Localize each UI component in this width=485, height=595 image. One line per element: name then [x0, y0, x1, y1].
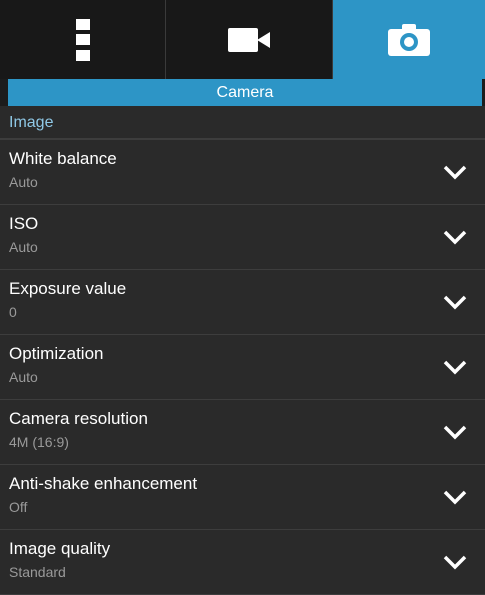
camera-icon — [388, 23, 430, 56]
chevron-down-icon[interactable] — [442, 488, 468, 506]
setting-image-quality[interactable]: Image quality Standard — [0, 530, 485, 595]
chevron-down-icon[interactable] — [442, 293, 468, 311]
group-header: Image — [0, 106, 485, 140]
setting-title: ISO — [9, 214, 39, 233]
setting-title: Exposure value — [9, 279, 127, 298]
setting-camera-resolution[interactable]: Camera resolution 4M (16:9) — [0, 400, 485, 465]
chevron-down-icon[interactable] — [442, 228, 468, 246]
mode-tab-bar — [0, 0, 485, 79]
tab-more-settings[interactable] — [0, 0, 166, 79]
setting-iso[interactable]: ISO Auto — [0, 205, 485, 270]
section-title: Camera — [8, 79, 482, 106]
chevron-down-icon[interactable] — [442, 358, 468, 376]
setting-title: Anti-shake enhancement — [9, 474, 198, 493]
setting-title: Camera resolution — [9, 409, 148, 428]
settings-list: White balance Auto ISO Auto Exposure val… — [0, 140, 485, 595]
setting-value: Auto — [9, 369, 38, 385]
setting-title: Optimization — [9, 344, 104, 363]
setting-white-balance[interactable]: White balance Auto — [0, 140, 485, 205]
tab-camera-settings[interactable] — [333, 0, 485, 79]
chevron-down-icon[interactable] — [442, 553, 468, 571]
setting-value: Standard — [9, 564, 66, 580]
setting-value: 4M (16:9) — [9, 434, 69, 450]
more-icon — [75, 18, 90, 61]
chevron-down-icon[interactable] — [442, 423, 468, 441]
setting-value: 0 — [9, 304, 17, 320]
setting-value: Off — [9, 499, 28, 515]
setting-optimization[interactable]: Optimization Auto — [0, 335, 485, 400]
setting-value: Auto — [9, 239, 38, 255]
tab-video-settings[interactable] — [166, 0, 333, 79]
group-title: Image — [9, 114, 54, 131]
setting-anti-shake[interactable]: Anti-shake enhancement Off — [0, 465, 485, 530]
setting-title: Image quality — [9, 539, 111, 558]
setting-title: White balance — [9, 149, 117, 168]
video-camera-icon — [228, 27, 270, 52]
chevron-down-icon[interactable] — [442, 163, 468, 181]
setting-exposure-value[interactable]: Exposure value 0 — [0, 270, 485, 335]
setting-value: Auto — [9, 174, 38, 190]
